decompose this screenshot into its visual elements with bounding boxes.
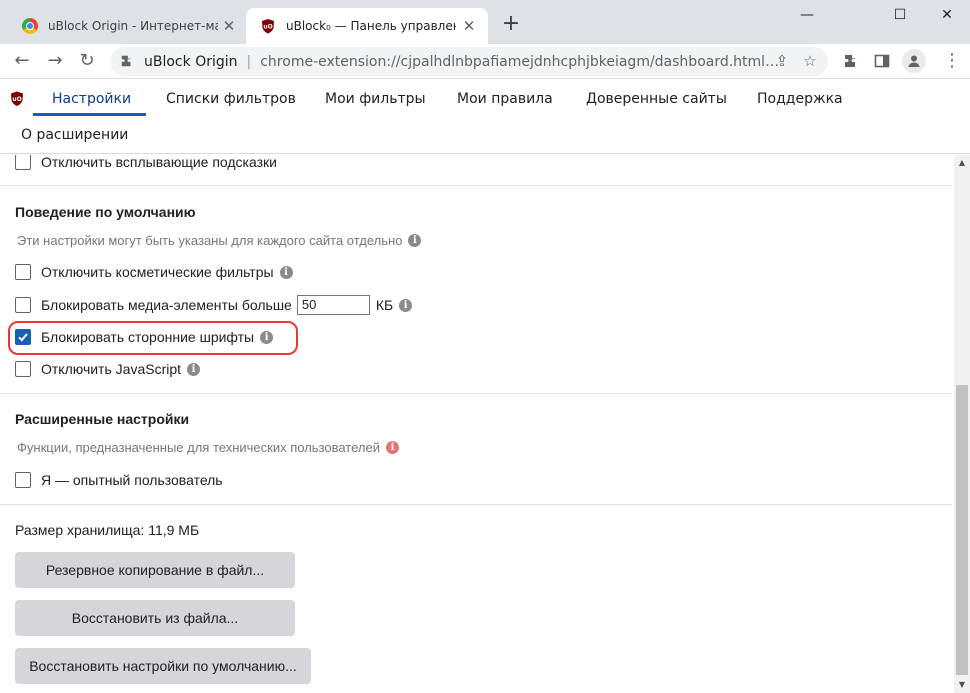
close-window-button[interactable]: ✕ [924, 0, 970, 30]
disable-javascript-label: Отключить JavaScript [41, 361, 182, 377]
block-media-checkbox[interactable] [15, 297, 31, 313]
tab-chrome-web-store[interactable]: uBlock Origin - Интернет-магазин Chrome … [8, 8, 248, 44]
disable-tooltips-option[interactable]: Отключить всплывающие подсказки [15, 155, 277, 173]
tab-title: uBlock₀ — Панель управления [286, 19, 456, 33]
reset-to-defaults-button[interactable]: Восстановить настройки по умолчанию... [15, 648, 311, 684]
info-icon[interactable]: i [399, 298, 413, 312]
disable-javascript-option[interactable]: Отключить JavaScript i [15, 358, 201, 380]
bookmark-star-icon[interactable]: ☆ [800, 51, 820, 71]
settings-content: Отключить всплывающие подсказки Поведени… [0, 155, 954, 693]
address-url: chrome-extension://cjpalhdlnbpafiamejdnh… [260, 53, 780, 70]
advanced-settings-subtitle-text: Функции, предназначенные для технических… [17, 440, 380, 455]
backup-to-file-button[interactable]: Резервное копирование в файл... [15, 552, 295, 588]
block-remote-fonts-option[interactable]: Блокировать сторонние шрифты i [15, 326, 274, 348]
default-behavior-subtitle: Эти настройки могут быть указаны для каж… [17, 233, 422, 248]
close-tab-icon[interactable]: ✕ [460, 17, 478, 35]
media-size-unit: КБ [375, 297, 394, 313]
close-tab-icon[interactable]: ✕ [220, 17, 238, 35]
block-remote-fonts-checkbox[interactable] [15, 329, 31, 345]
advanced-settings-heading: Расширенные настройки [15, 411, 190, 427]
section-divider [0, 504, 952, 505]
cosmetic-filters-option[interactable]: Отключить косметические фильтры i [15, 261, 293, 283]
info-icon[interactable]: i [187, 362, 201, 376]
tab-filter-lists[interactable]: Списки фильтров [166, 91, 296, 107]
tab-settings[interactable]: Настройки [52, 91, 131, 107]
block-media-label: Блокировать медиа-элементы больше [41, 297, 292, 313]
share-icon[interactable]: ⇪ [772, 51, 792, 71]
tab-about[interactable]: О расширении [21, 127, 128, 143]
advanced-user-label: Я — опытный пользователь [41, 472, 223, 488]
scrollbar-thumb[interactable] [956, 385, 968, 675]
media-size-input[interactable]: 50 [296, 295, 370, 315]
maximize-button[interactable]: ☐ [877, 0, 923, 30]
storage-size-label: Размер хранилища: 11,9 МБ [15, 522, 200, 538]
default-behavior-heading: Поведение по умолчанию [15, 204, 196, 220]
info-icon[interactable]: i [386, 441, 399, 454]
advanced-user-checkbox[interactable] [15, 472, 31, 488]
info-icon[interactable]: i [260, 330, 274, 344]
extensions-icon[interactable] [838, 48, 864, 74]
block-remote-fonts-label: Блокировать сторонние шрифты [41, 329, 255, 345]
disable-javascript-checkbox[interactable] [15, 361, 31, 377]
section-divider [0, 393, 952, 394]
dashboard-nav: uO Настройки Списки фильтров Мои фильтры… [0, 79, 970, 154]
forward-arrow-icon[interactable]: → [42, 48, 68, 74]
cosmetic-filters-label: Отключить косметические фильтры [41, 264, 274, 280]
address-separator: | [246, 53, 252, 70]
svg-text:uO: uO [263, 24, 272, 31]
reload-icon[interactable]: ↻ [74, 48, 100, 74]
section-divider [0, 185, 952, 186]
disable-tooltips-label: Отключить всплывающие подсказки [41, 155, 277, 170]
info-icon[interactable]: i [279, 265, 293, 279]
restore-from-file-button[interactable]: Восстановить из файла... [15, 600, 295, 636]
tab-support[interactable]: Поддержка [757, 91, 843, 107]
tab-trusted-sites[interactable]: Доверенные сайты [586, 91, 727, 107]
disable-tooltips-checkbox[interactable] [15, 155, 31, 170]
minimize-button[interactable]: — [784, 0, 830, 30]
address-origin: uBlock Origin [144, 53, 238, 70]
advanced-settings-subtitle: Функции, предназначенные для технических… [17, 440, 399, 455]
cosmetic-filters-checkbox[interactable] [15, 264, 31, 280]
scroll-up-arrow-icon[interactable]: ▲ [954, 155, 970, 171]
tab-my-filters[interactable]: Мои фильтры [325, 91, 426, 107]
scroll-down-arrow-icon[interactable]: ▼ [954, 677, 970, 693]
ublock-shield-icon: uO [262, 19, 274, 34]
tab-ublock-dashboard[interactable]: uO uBlock₀ — Панель управления ✕ [246, 8, 488, 44]
info-icon[interactable]: i [408, 234, 422, 247]
browser-menu-icon[interactable]: ⋮ [939, 48, 965, 74]
side-panel-icon[interactable] [869, 48, 895, 74]
extension-puzzle-icon [120, 54, 136, 70]
svg-text:uO: uO [12, 96, 21, 103]
new-tab-button[interactable]: + [499, 13, 523, 37]
tab-my-rules[interactable]: Мои правила [457, 91, 553, 107]
profile-avatar-icon[interactable] [902, 49, 926, 73]
storage-size: Размер хранилища: 11,9 МБ [15, 519, 199, 541]
checkmark-icon [18, 333, 28, 342]
back-arrow-icon[interactable]: ← [9, 48, 35, 74]
browser-tab-strip: uBlock Origin - Интернет-магазин Chrome … [0, 0, 970, 44]
vertical-scrollbar[interactable]: ▲ ▼ [954, 155, 970, 693]
active-tab-indicator [33, 113, 146, 116]
tab-title: uBlock Origin - Интернет-магазин Chrome [48, 19, 218, 33]
default-behavior-subtitle-text: Эти настройки могут быть указаны для каж… [17, 233, 403, 248]
advanced-user-option[interactable]: Я — опытный пользователь [15, 469, 223, 491]
block-media-option[interactable]: Блокировать медиа-элементы больше 50 КБ … [15, 294, 413, 316]
address-bar[interactable]: uBlock Origin | chrome-extension://cjpal… [110, 47, 828, 76]
ublock-logo-icon: uO [11, 91, 23, 106]
chrome-web-store-icon [22, 18, 38, 34]
browser-toolbar: ← → ↻ uBlock Origin | chrome-extension:/… [0, 44, 970, 79]
